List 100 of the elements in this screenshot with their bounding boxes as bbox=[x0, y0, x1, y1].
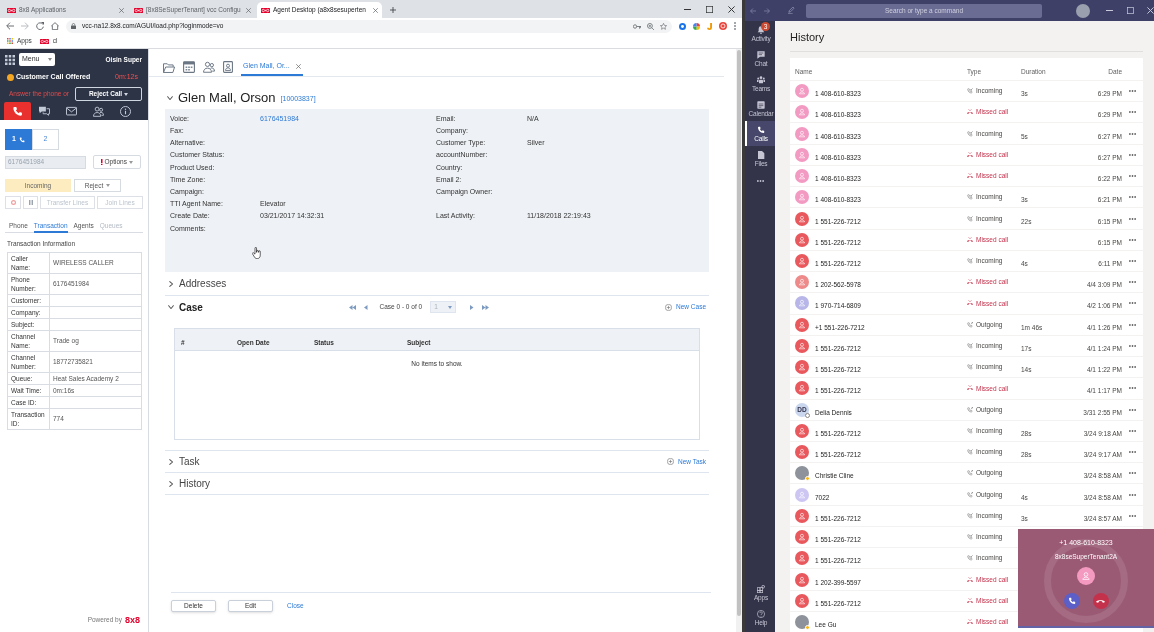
apps-icon bbox=[757, 584, 765, 593]
next-page-icon[interactable] bbox=[470, 304, 474, 310]
record-title: Glen Mall, Orson bbox=[178, 89, 276, 108]
key-icon[interactable] bbox=[633, 23, 641, 29]
missed-call-icon bbox=[967, 151, 973, 158]
calendar-icon bbox=[757, 100, 765, 109]
more-icon[interactable] bbox=[1129, 281, 1136, 284]
incoming-call-icon bbox=[967, 215, 973, 222]
back-icon[interactable] bbox=[6, 22, 14, 30]
more-icon[interactable] bbox=[1129, 451, 1136, 454]
phone-icon bbox=[18, 136, 25, 143]
folder-icon[interactable] bbox=[163, 63, 175, 73]
caller-avatar-icon bbox=[1077, 567, 1095, 586]
chat-icon bbox=[39, 105, 50, 117]
logo-icon bbox=[7, 7, 16, 13]
incoming-call-icon bbox=[967, 194, 973, 201]
page-title: History bbox=[790, 30, 826, 45]
pointer-cursor-icon bbox=[252, 247, 261, 259]
more-icon[interactable] bbox=[1129, 302, 1136, 305]
first-page-icon[interactable] bbox=[349, 304, 356, 310]
people-icon[interactable] bbox=[203, 61, 215, 73]
extension-icon[interactable] bbox=[693, 22, 700, 30]
star-icon[interactable] bbox=[660, 22, 667, 30]
contact-card-icon[interactable] bbox=[223, 61, 233, 73]
incoming-call-icon bbox=[967, 364, 973, 371]
incoming-call-icon bbox=[967, 512, 973, 519]
more-icon[interactable] bbox=[1129, 238, 1136, 241]
close-icon[interactable] bbox=[728, 5, 735, 13]
chevron-right-icon[interactable] bbox=[169, 458, 173, 465]
phone-icon bbox=[1067, 597, 1076, 606]
incoming-call-icon bbox=[967, 88, 973, 95]
more-icon[interactable] bbox=[1129, 344, 1136, 347]
section-heading[interactable]: History bbox=[179, 476, 211, 491]
caret-icon bbox=[128, 160, 133, 164]
incoming-call-icon bbox=[967, 130, 973, 137]
incoming-call-icon bbox=[967, 427, 973, 434]
zoom-icon[interactable] bbox=[647, 22, 654, 30]
more-icon[interactable] bbox=[1129, 153, 1136, 156]
logo-icon bbox=[134, 7, 143, 13]
more-icon[interactable] bbox=[1129, 493, 1136, 496]
more-icon[interactable] bbox=[1129, 387, 1136, 390]
more-icon[interactable] bbox=[1129, 514, 1136, 517]
people-icon bbox=[757, 75, 765, 84]
phone-icon bbox=[757, 125, 765, 134]
section-heading[interactable]: Task bbox=[179, 454, 200, 469]
missed-call-icon bbox=[967, 236, 973, 243]
missed-call-icon bbox=[967, 300, 973, 307]
chevron-down-icon[interactable] bbox=[167, 96, 173, 100]
more-icon[interactable] bbox=[1129, 196, 1136, 199]
minimize-icon[interactable] bbox=[684, 8, 691, 10]
scrollbar-thumb[interactable] bbox=[737, 50, 741, 616]
caret-icon bbox=[48, 58, 52, 61]
missed-call-icon bbox=[967, 576, 973, 583]
chat-icon bbox=[757, 50, 765, 59]
file-icon bbox=[757, 150, 765, 159]
more-icon[interactable] bbox=[1129, 90, 1136, 93]
logo-icon bbox=[261, 7, 270, 13]
chevron-right-icon[interactable] bbox=[169, 480, 173, 487]
accept-call-button[interactable] bbox=[1063, 593, 1080, 610]
status-dot-icon bbox=[7, 73, 14, 81]
incoming-call-icon bbox=[967, 555, 973, 562]
home-icon[interactable] bbox=[51, 22, 59, 30]
more-icon[interactable] bbox=[1129, 408, 1136, 411]
phone-icon bbox=[12, 105, 23, 117]
incoming-call-icon bbox=[967, 449, 973, 456]
previous-page-icon[interactable] bbox=[364, 304, 368, 310]
missed-call-icon bbox=[967, 109, 973, 116]
more-icon[interactable] bbox=[1129, 323, 1136, 326]
more-icon[interactable] bbox=[1129, 132, 1136, 135]
more-icon[interactable] bbox=[1129, 429, 1136, 432]
photo-placeholder bbox=[795, 614, 809, 629]
more-icon[interactable] bbox=[1129, 217, 1136, 220]
chevron-down-icon[interactable] bbox=[168, 305, 174, 309]
apps-grid-icon[interactable] bbox=[5, 54, 15, 65]
lock-icon bbox=[71, 23, 76, 29]
reload-icon[interactable] bbox=[36, 22, 44, 30]
plus-circle-icon bbox=[666, 458, 674, 465]
last-page-icon[interactable] bbox=[481, 304, 489, 310]
new-tab-icon[interactable] bbox=[390, 7, 396, 13]
incoming-call-icon bbox=[967, 342, 973, 349]
incoming-call-icon bbox=[967, 534, 973, 541]
section-heading[interactable]: Addresses bbox=[179, 276, 227, 291]
caret-icon bbox=[106, 184, 111, 187]
chevron-right-icon[interactable] bbox=[169, 280, 173, 287]
profile-avatar-icon[interactable] bbox=[719, 22, 727, 30]
calendar-icon[interactable] bbox=[183, 61, 195, 73]
hang-up-icon bbox=[1096, 599, 1105, 604]
more-icon[interactable] bbox=[1129, 472, 1136, 475]
decline-call-button[interactable] bbox=[1092, 593, 1109, 610]
apps-grid-icon bbox=[7, 38, 13, 44]
extension-icon[interactable] bbox=[679, 22, 686, 30]
section-heading[interactable]: Case bbox=[179, 299, 349, 315]
pause-icon bbox=[28, 200, 33, 205]
more-icon[interactable] bbox=[1129, 175, 1136, 178]
media-tab[interactable] bbox=[4, 102, 31, 120]
more-icon[interactable] bbox=[1129, 111, 1136, 114]
maximize-icon[interactable] bbox=[706, 5, 713, 13]
mail-icon bbox=[66, 105, 77, 117]
more-icon[interactable] bbox=[1129, 366, 1136, 369]
photo-placeholder[interactable] bbox=[1076, 3, 1091, 18]
